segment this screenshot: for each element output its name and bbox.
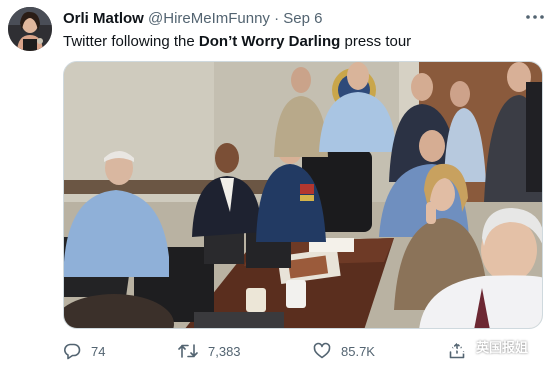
author-name[interactable]: Orli Matlow <box>63 10 144 27</box>
retweet-icon <box>178 344 198 358</box>
heart-icon <box>313 342 331 359</box>
retweet-button[interactable]: 7,383 <box>178 340 241 362</box>
reply-count: 74 <box>91 343 106 359</box>
avatar-image <box>8 7 52 51</box>
reply-icon <box>64 343 81 360</box>
tweet-date[interactable]: Sep 6 <box>283 10 322 27</box>
tweet-header: Orli Matlow @HireMeImFunny · Sep 6 <box>63 9 322 29</box>
more-horizontal-icon <box>526 15 544 19</box>
tweet-text-prefix: Twitter following the <box>63 33 199 50</box>
retweet-count: 7,383 <box>208 343 241 359</box>
watermark-label: 英国报姐 <box>476 339 529 355</box>
watermark: 英国报姐 <box>452 333 528 359</box>
avatar[interactable] <box>8 7 52 51</box>
like-count: 85.7K <box>341 343 375 359</box>
wechat-logo-icon <box>452 337 472 354</box>
like-button[interactable]: 85.7K <box>313 340 375 362</box>
tweet-text-bold: Don’t Worry Darling <box>198 33 341 50</box>
separator-dot: · <box>274 10 280 27</box>
tweet-photo[interactable] <box>63 61 543 329</box>
tweet-text: Twitter following the Don’t Worry Darlin… <box>63 32 411 52</box>
more-button[interactable] <box>522 6 548 28</box>
reply-button[interactable]: 74 <box>63 340 105 362</box>
author-handle[interactable]: @HireMeImFunny <box>148 10 270 27</box>
tweet-text-suffix: press tour <box>340 33 412 50</box>
situation-room-photo <box>64 62 542 328</box>
tweet: Orli Matlow @HireMeImFunny · Sep 6 Twitt… <box>0 0 554 367</box>
